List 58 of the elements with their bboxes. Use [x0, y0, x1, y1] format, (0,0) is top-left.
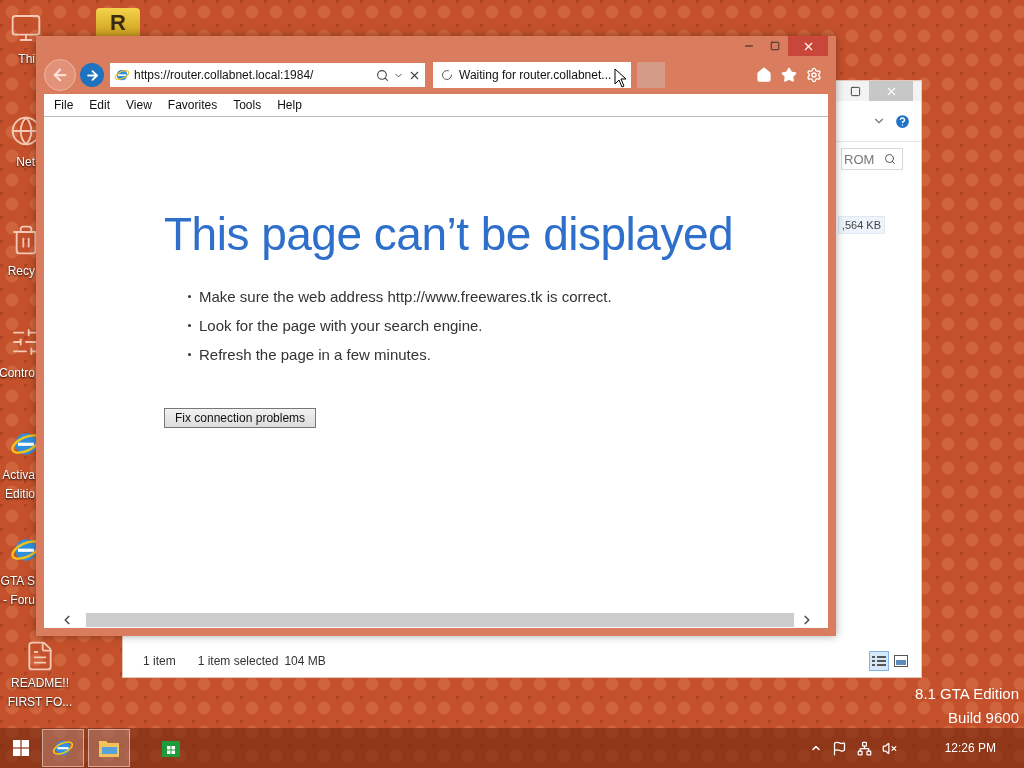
status-text: 1 item selected — [197, 654, 279, 668]
desktop-icon-label[interactable]: - Foru — [3, 593, 35, 608]
tip-text: Refresh the page in a few minutes. — [199, 345, 431, 364]
cursor-icon — [614, 68, 626, 88]
tip-text: Look for the page with your search engine. — [199, 316, 483, 335]
flag-icon[interactable] — [831, 740, 847, 756]
menu-item[interactable]: View — [118, 98, 160, 112]
search-field[interactable]: ROM — [841, 148, 903, 170]
view-button[interactable] — [869, 651, 889, 671]
help-icon[interactable] — [894, 112, 911, 130]
menu-item[interactable]: Favorites — [159, 98, 226, 112]
bullet-icon — [188, 353, 191, 356]
volume-muted-icon[interactable] — [881, 740, 897, 756]
edition-text: 8.1 GTA Edition — [915, 684, 1019, 704]
menu-item[interactable]: Help — [269, 98, 310, 112]
desktop-icon-label[interactable]: Contro — [0, 366, 35, 381]
scrollbar-thumb[interactable] — [86, 613, 794, 627]
network-icon[interactable] — [856, 740, 872, 756]
desktop-icon-label[interactable]: Activa — [2, 468, 35, 483]
desktop-icon-label[interactable]: GTA S — [0, 574, 35, 589]
desktop-icon-label[interactable]: README!! — [11, 676, 69, 691]
menu-item[interactable]: File — [46, 98, 82, 112]
tip-text: Make sure the web address http://www.freewares.tk is correct. — [199, 287, 612, 306]
settings-icon[interactable] — [806, 67, 822, 83]
status-text: 104 MB — [284, 654, 326, 668]
file-size: ,564 KB — [837, 216, 885, 234]
menu-item[interactable]: Edit — [81, 98, 119, 112]
arrow-right-icon — [84, 67, 100, 83]
menu-item[interactable]: Tools — [225, 98, 270, 112]
folder-icon — [98, 738, 120, 758]
details-view-icon — [872, 655, 886, 667]
desktop-icon-label[interactable]: Recy — [7, 264, 35, 279]
bullet-icon — [188, 324, 191, 327]
desktop-icon-label[interactable]: Editio — [4, 487, 35, 502]
home-icon[interactable] — [756, 67, 772, 83]
address-bar[interactable]: https://router.collabnet.local:1984/ — [110, 63, 425, 87]
search-icon[interactable] — [376, 68, 389, 82]
browser-tab[interactable]: Waiting for router.collabnet... — [433, 62, 631, 88]
desktop-icon-label[interactable]: FIRST FO... — [7, 695, 73, 710]
bullet-icon — [188, 295, 191, 298]
forward-button[interactable] — [80, 63, 104, 87]
windows-icon — [13, 740, 29, 756]
app-icon[interactable]: R — [96, 8, 140, 38]
status-text: 1 item — [143, 654, 176, 668]
desktop-icon-label[interactable]: Thi — [18, 52, 35, 67]
clock[interactable]: 12:26 PM — [944, 741, 996, 755]
fix-connection-button[interactable]: Fix connection problems — [164, 408, 317, 428]
computer-icon — [10, 12, 42, 44]
error-heading: This page can’t be displayed — [164, 207, 735, 261]
search-icon — [884, 153, 896, 165]
edition-text: Build 9600 — [948, 708, 1019, 728]
maximize-icon[interactable] — [770, 41, 780, 51]
browser-icon — [114, 67, 130, 83]
store-icon — [161, 738, 181, 758]
maximize-icon[interactable] — [849, 85, 861, 97]
star-icon[interactable] — [781, 67, 797, 83]
desktop-icon-label[interactable]: Net — [16, 155, 35, 170]
tiles-view-icon — [894, 655, 908, 667]
